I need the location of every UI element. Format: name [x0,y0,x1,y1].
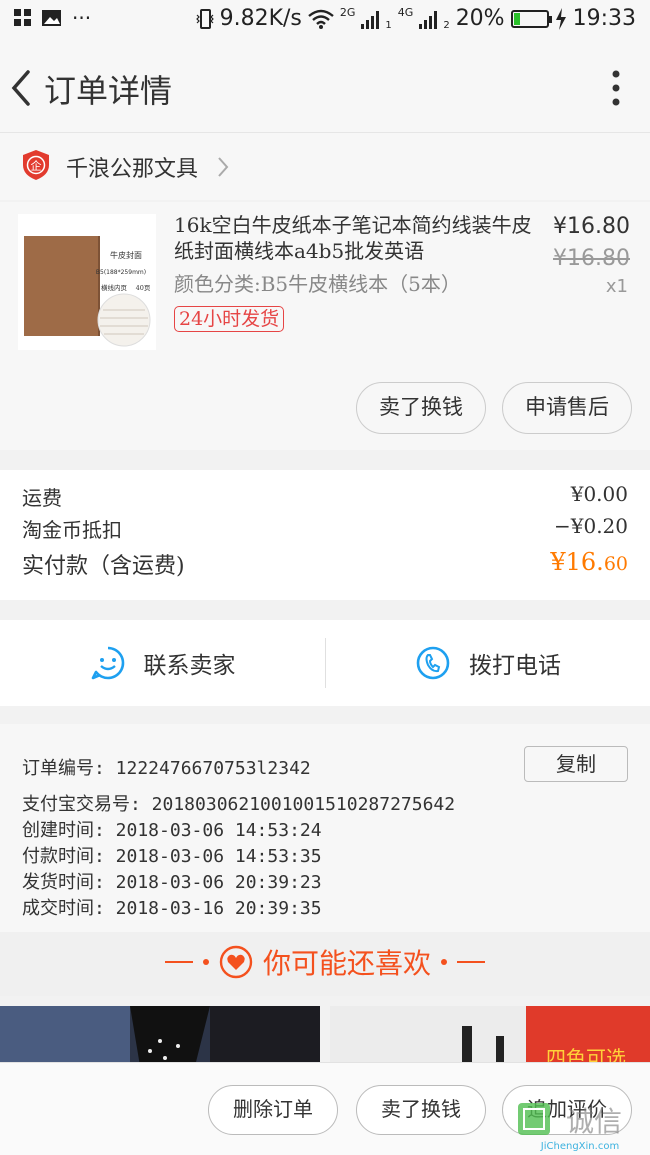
notebook-image: 牛皮封面 B5(188*259mm) 横线内页 40页 [18,214,156,350]
shop-name[interactable]: 千浪公那文具 [66,151,198,183]
watermark: 诚信 JiChengXin.com [516,1099,644,1152]
call-phone-label: 拨打电话 [469,653,561,679]
cost-summary: 运费 ¥0.00 淘金币抵扣 −¥0.20 实付款（含运费) ¥16.60 [0,470,650,600]
right-line [457,961,485,963]
battery-icon [510,9,552,28]
app-grid-icon [14,9,31,26]
created-time: 创建时间: 2018-03-06 14:53:24 [22,820,322,841]
sell-for-cash-button[interactable]: 卖了换钱 [356,382,486,434]
product-title[interactable]: 16k空白牛皮纸本子笔记本简约线装牛皮纸封面横线本a4b5批发英语 [174,212,534,264]
chat-smile-icon [91,646,124,680]
delete-order-button[interactable]: 删除订单 [208,1085,338,1135]
coin-deduction-row: 淘金币抵扣 −¥0.20 [22,514,628,543]
right-dot [441,959,447,965]
total-row: 实付款（含运费) ¥16.60 [22,548,628,580]
recommend-image-1 [0,1006,320,1066]
status-left: ··· [14,8,91,28]
copy-button[interactable]: 复制 [524,746,628,782]
wifi-icon [308,9,334,29]
recommend-item-1[interactable] [0,1006,320,1066]
clock: 19:33 [572,6,636,31]
more-menu-icon[interactable] [612,70,620,106]
contact-seller-button[interactable]: 联系卖家 [0,620,325,706]
coin-value: −¥0.20 [553,514,628,538]
sell-for-cash-bottom-button[interactable]: 卖了换钱 [356,1085,486,1135]
vibrate-icon [195,8,214,29]
app-header: 订单详情 [0,44,650,132]
phone-icon [416,646,450,680]
battery-level [513,12,520,25]
chevron-right-icon [218,157,229,177]
status-right: 9.82K/s 2G 1 4G 2 20% 19:33 [195,6,636,31]
left-dot [202,959,209,965]
thumb-title: 牛皮封面 [110,250,142,260]
recommend-title-row: 你可能还喜欢 [0,942,650,982]
product-price: ¥16.80 [553,214,630,239]
product-quantity: x1 [605,276,628,297]
network-4g-label: 4G [397,6,414,19]
shipping-label: 运费 [22,486,62,510]
product-card: 牛皮封面 B5(188*259mm) 横线内页 40页 16k空白牛皮纸本子笔记… [0,202,650,450]
left-line [164,961,193,963]
more-dots-icon: ··· [72,6,92,30]
order-info: 订单编号: 1222476670753l2342 复制 支付宝交易号: 2018… [0,724,650,932]
thumb-lines: 横线内页 [101,283,128,292]
total-value-cents: 60 [603,553,628,575]
product-original-price: ¥16.80 [553,246,630,271]
watermark-cn: 诚信 [566,1105,622,1138]
shipped-time: 发货时间: 2018-03-06 20:39:23 [22,872,322,893]
thumb-pages: 40页 [136,284,151,292]
call-phone-button[interactable]: 拨打电话 [326,620,650,706]
contact-seller-label: 联系卖家 [143,653,236,679]
coin-label: 淘金币抵扣 [22,518,122,542]
watermark-logo: 诚信 JiChengXin.com [518,1103,622,1152]
product-variant: 颜色分类:B5牛皮横线本（5本） [174,272,461,296]
shop-badge-icon: 企 [23,150,49,180]
page-title: 订单详情 [44,72,173,110]
shop-badge-char: 企 [31,159,42,173]
charging-icon [555,7,566,30]
product-thumbnail[interactable]: 牛皮封面 B5(188*259mm) 横线内页 40页 [18,214,156,350]
total-value-main: ¥16. [550,548,604,576]
sim1-label: 1 [385,20,392,31]
total-label: 实付款（含运费) [22,554,185,579]
shipping-value: ¥0.00 [570,482,628,506]
recommend-item-2[interactable]: 四色可选 [330,1006,650,1066]
bottom-action-bar: 删除订单 卖了换钱 追加评价 诚信 JiChengXin.com [0,1062,650,1155]
shipping-row: 运费 ¥0.00 [22,482,628,511]
alipay-trade-number: 支付宝交易号: 2018030621001001510287275642 [22,794,456,815]
network-2g-label: 2G [339,6,356,19]
status-bar: ··· 9.82K/s 2G 1 4G 2 20% 19:33 [0,0,650,44]
watermark-en: JiChengXin.com [540,1141,619,1151]
battery-percent: 20% [455,6,505,31]
sim2-label: 2 [443,20,450,31]
recommend-title: 你可能还喜欢 [262,947,431,980]
net-speed: 9.82K/s [219,6,302,31]
shop-row[interactable]: 企 千浪公那文具 [0,132,650,200]
shipping-tag: 24小时发货 [174,306,285,332]
after-sales-button[interactable]: 申请售后 [502,382,632,434]
signal-2-icon [419,9,438,29]
gallery-icon [42,10,61,26]
signal-1-icon [361,9,380,29]
heart-location-icon [219,945,253,979]
total-value: ¥16.60 [550,548,628,580]
back-arrow-icon[interactable] [6,66,42,110]
completed-time: 成交时间: 2018-03-16 20:39:35 [22,898,322,919]
recommend-header: 你可能还喜欢 [0,932,650,996]
contact-bar: 联系卖家 拨打电话 [0,620,650,706]
thumb-size: B5(188*259mm) [96,269,146,276]
paid-time: 付款时间: 2018-03-06 14:53:35 [22,846,322,867]
order-number: 订单编号: 1222476670753l2342 [22,758,311,779]
